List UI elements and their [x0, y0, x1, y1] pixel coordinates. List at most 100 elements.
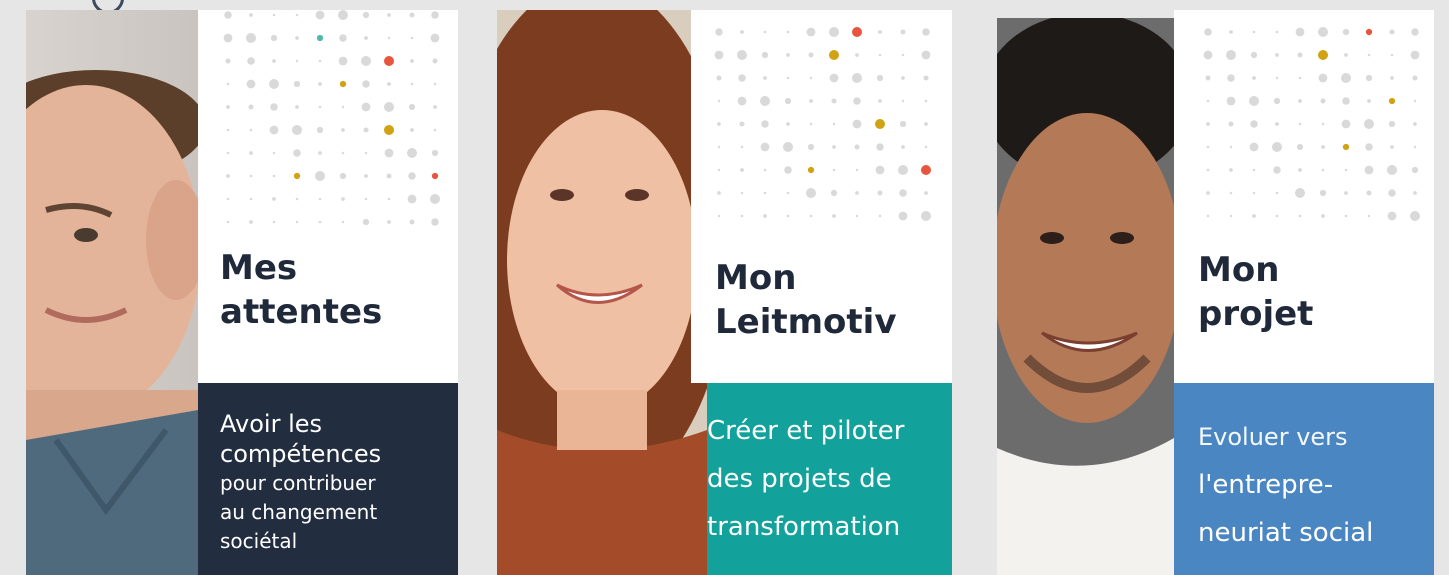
- decor-dot: [339, 172, 347, 180]
- decor-dot: [409, 12, 415, 18]
- decor-dot: [269, 79, 279, 89]
- decor-dot: [295, 36, 299, 40]
- decor-dot: [899, 189, 907, 197]
- decor-dot: [1295, 188, 1305, 198]
- decor-dot: [1273, 166, 1281, 174]
- decor-dot: [433, 82, 437, 86]
- decor-dot: [921, 50, 931, 60]
- decor-dot: [832, 214, 836, 218]
- decor-dot: [1341, 119, 1351, 129]
- decor-dot: [410, 59, 414, 63]
- decor-dot: [249, 13, 253, 17]
- decor-dot: [223, 33, 233, 43]
- description-panel: Avoir les compétences pour contribuer au…: [198, 383, 458, 575]
- card-title: Mon Leitmotiv: [715, 258, 897, 342]
- decor-dot: [809, 214, 813, 218]
- decor-dot: [1344, 214, 1348, 218]
- decor-dot: [1387, 165, 1397, 175]
- decor-dot: [384, 56, 394, 66]
- decor-dot: [717, 99, 721, 103]
- decor-dot: [717, 214, 721, 218]
- decor-dot: [1318, 50, 1328, 60]
- decor-dot: [432, 58, 438, 64]
- decor-dot: [1229, 145, 1233, 149]
- decor-dot: [809, 99, 813, 103]
- decor-dot: [1275, 30, 1279, 34]
- decor-dot: [808, 52, 814, 58]
- decor-dot: [295, 105, 299, 109]
- decor-dot: [832, 145, 836, 149]
- decor-dot: [1388, 120, 1396, 128]
- decor-dot: [763, 30, 767, 34]
- decor-dot: [763, 168, 767, 172]
- decor-dot: [293, 149, 301, 157]
- decor-dot: [855, 214, 859, 218]
- decor-dot: [316, 126, 324, 134]
- decor-dot: [852, 119, 862, 129]
- decor-dot: [1227, 74, 1235, 82]
- decor-dot: [1318, 27, 1328, 37]
- decor-dot: [270, 34, 278, 42]
- decor-dot: [740, 168, 744, 172]
- decor-dot: [876, 143, 884, 151]
- decor-dot: [272, 151, 276, 155]
- decor-dot: [433, 128, 437, 132]
- decor-dot: [433, 105, 437, 109]
- portrait-photo-1: [26, 10, 198, 575]
- decor-dot: [272, 174, 276, 178]
- decor-dot: [740, 30, 744, 34]
- decor-dot: [249, 174, 253, 178]
- decor-dot: [1275, 191, 1279, 195]
- decor-dot: [786, 191, 790, 195]
- decor-dot: [362, 11, 370, 19]
- decor-dot: [341, 220, 345, 224]
- decor-dot: [269, 125, 279, 135]
- decor-dot: [763, 76, 767, 80]
- decor-dot: [364, 151, 368, 155]
- decor-dot: [1206, 191, 1210, 195]
- decor-dot: [410, 82, 414, 86]
- decor-dot: [1413, 122, 1417, 126]
- decor-dot: [809, 122, 813, 126]
- decor-dot: [1412, 75, 1418, 81]
- decor-dot: [1342, 143, 1350, 151]
- decor-dot: [341, 197, 345, 201]
- decor-dot: [1252, 30, 1256, 34]
- decor-dot: [855, 191, 859, 195]
- decor-dot: [316, 34, 324, 42]
- decor-dot: [740, 214, 744, 218]
- decor-dot: [1250, 120, 1258, 128]
- decor-dot: [272, 13, 276, 17]
- decor-dot: [900, 29, 906, 35]
- decor-dot: [247, 57, 255, 65]
- decor-dot: [226, 174, 230, 178]
- decor-dot: [226, 105, 230, 109]
- decor-dot: [1344, 191, 1348, 195]
- description-panel: Créer et piloter des projets de transfor…: [707, 383, 952, 575]
- decor-dot: [364, 197, 368, 201]
- decor-dot: [806, 188, 816, 198]
- decor-dot: [784, 166, 792, 174]
- card-leitmotiv: Mon Leitmotiv Créer et piloter des projet…: [497, 10, 952, 575]
- decor-dot: [1205, 75, 1211, 81]
- decor-dot: [295, 220, 299, 224]
- decor-dot: [1410, 50, 1420, 60]
- decor-dot: [431, 172, 439, 180]
- decor-dot: [338, 10, 348, 20]
- decor-dot: [431, 11, 439, 19]
- decor-dot: [249, 128, 253, 132]
- decor-dot: [717, 122, 721, 126]
- decor-dot: [924, 99, 928, 103]
- decor-dot: [270, 103, 278, 111]
- decor-dot: [922, 28, 930, 36]
- decor-dot: [249, 220, 253, 224]
- decor-dot: [1226, 96, 1236, 106]
- decor-dot: [784, 97, 792, 105]
- decor-dot: [362, 218, 370, 226]
- decor-dot: [1229, 30, 1233, 34]
- decor-dot: [1390, 76, 1394, 80]
- decor-dot: [1206, 99, 1210, 103]
- decor-dot: [1364, 119, 1374, 129]
- decor-dot: [1387, 211, 1397, 221]
- decor-dot: [714, 50, 724, 60]
